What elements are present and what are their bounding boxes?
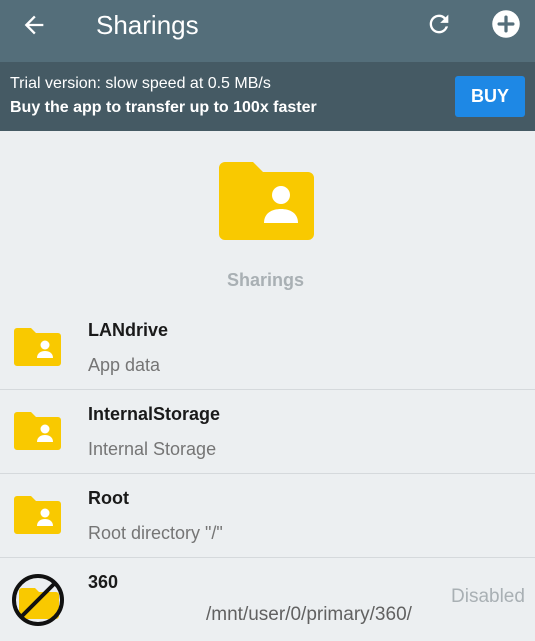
sharing-name: 360 <box>88 572 119 592</box>
sharing-path: /mnt/user/0/primary/360/ <box>206 604 412 625</box>
sharing-subtitle: Root directory "/" <box>88 523 223 543</box>
shared-folder-icon <box>14 328 61 366</box>
trial-upgrade-text: Buy the app to transfer up to 100x faste… <box>10 99 317 116</box>
trial-banner: Trial version: slow speed at 0.5 MB/s Bu… <box>0 62 535 131</box>
buy-button[interactable]: BUY <box>455 76 525 117</box>
sharing-name: LANdrive <box>88 320 169 340</box>
list-item-root[interactable]: Root Root directory "/" <box>0 474 535 558</box>
sharings-list: LANdrive App data InternalStorage Intern… <box>0 306 535 641</box>
app-bar: Sharings <box>0 0 535 62</box>
shared-folder-icon <box>14 412 61 450</box>
refresh-icon[interactable] <box>425 10 453 38</box>
add-circle-icon[interactable] <box>491 9 521 39</box>
trial-speed-text: Trial version: slow speed at 0.5 MB/s <box>10 75 271 92</box>
sharing-subtitle: App data <box>88 355 161 375</box>
list-item-landrive[interactable]: LANdrive App data <box>0 306 535 390</box>
disabled-folder-icon <box>12 574 64 626</box>
list-item-360[interactable]: 360 /mnt/user/0/primary/360/ Disabled <box>0 558 535 641</box>
status-badge: Disabled <box>451 586 525 607</box>
sharing-name: InternalStorage <box>88 404 221 424</box>
list-item-internalstorage[interactable]: InternalStorage Internal Storage <box>0 390 535 474</box>
sharing-name: Root <box>88 488 129 508</box>
sharing-subtitle: Internal Storage <box>88 439 217 459</box>
shared-folder-icon <box>219 162 314 240</box>
hero-label: Sharings <box>226 270 305 290</box>
shared-folder-icon <box>14 496 61 534</box>
page-title: Sharings <box>96 10 199 40</box>
back-arrow-icon[interactable] <box>20 11 48 39</box>
